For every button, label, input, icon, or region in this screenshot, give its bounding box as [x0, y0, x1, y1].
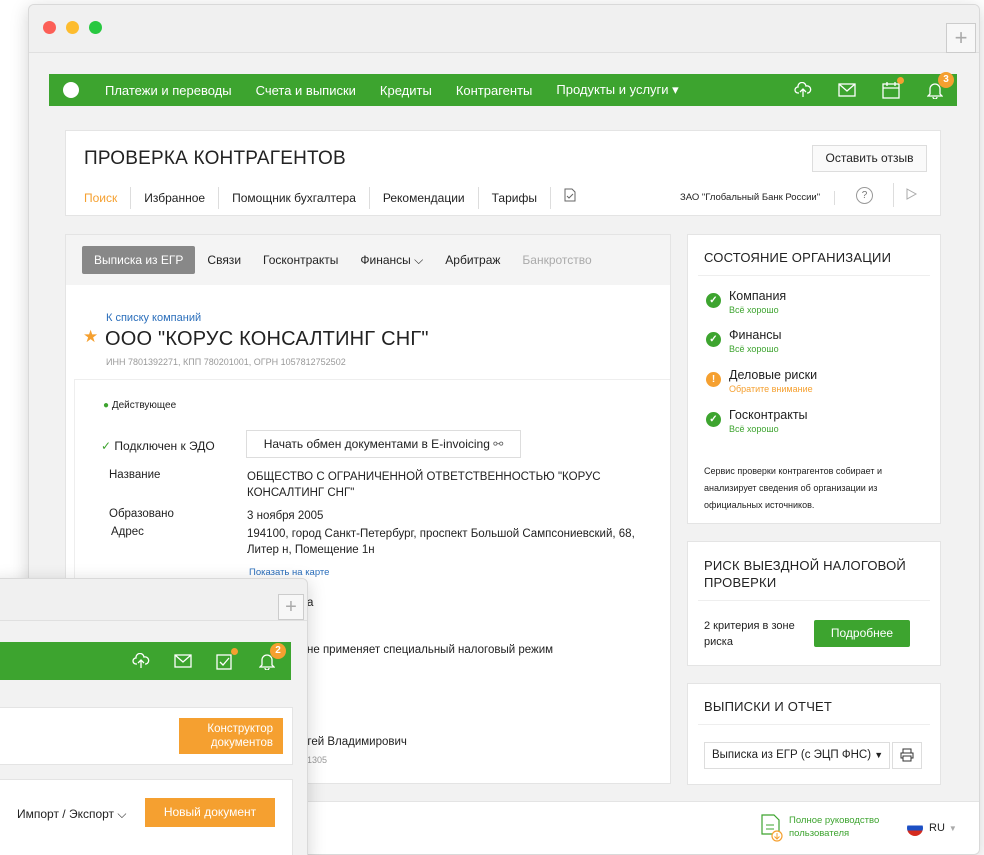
- new-tab-button[interactable]: +: [946, 23, 976, 53]
- org-state-title: СОСТОЯНИЕ ОРГАНИЗАЦИИ: [704, 250, 892, 265]
- maximize-window-button[interactable]: [89, 21, 102, 34]
- company-name: ООО "КОРУС КОНСАЛТИНГ СНГ": [105, 328, 429, 350]
- org-state-card: СОСТОЯНИЕ ОРГАНИЗАЦИИ ✓ Компания Всё хоро…: [687, 234, 941, 524]
- director-inn-value: 1305: [307, 755, 328, 765]
- cloud-upload-icon[interactable]: [131, 651, 151, 671]
- subtab-finance[interactable]: Финансы ⌵: [360, 253, 423, 268]
- notifications-bell-icon[interactable]: 3: [925, 72, 954, 100]
- notifications-bell-icon[interactable]: 2: [257, 643, 286, 671]
- subtab-arbitration[interactable]: Арбитраж: [445, 253, 500, 267]
- notifications-count-badge: 3: [938, 72, 954, 88]
- tab-tariffs[interactable]: Тарифы: [479, 187, 551, 209]
- page-header: ПРОВЕРКА КОНТРАГЕНТОВ Оставить отзыв Пои…: [65, 130, 941, 216]
- bank-logo-icon[interactable]: [63, 82, 79, 98]
- window2-titlebar: +: [0, 579, 307, 621]
- more-details-button[interactable]: Подробнее: [814, 620, 910, 647]
- nav-credits[interactable]: Кредиты: [380, 83, 432, 98]
- page-title: ПРОВЕРКА КОНТРАГЕНТОВ: [84, 148, 346, 169]
- window-titlebar: +: [29, 5, 979, 53]
- checkmark-icon: ✓: [101, 439, 112, 453]
- company-selector[interactable]: ЗАО "Глобальный Банк России": [680, 191, 836, 205]
- import-export-dropdown[interactable]: Импорт / Экспорт ⌵: [17, 807, 127, 822]
- tab-accountant-helper[interactable]: Помощник бухгалтера: [219, 187, 370, 209]
- edo-status: ✓ Подключен к ЭДО: [101, 439, 215, 453]
- chevron-down-icon: ⌵: [414, 252, 424, 267]
- top-navigation-2: 2: [0, 642, 291, 680]
- subtab-links[interactable]: Связи: [207, 253, 241, 267]
- link-icon: ⚯: [493, 437, 504, 451]
- minimize-window-button[interactable]: [66, 21, 79, 34]
- user-guide-icon[interactable]: [761, 814, 783, 847]
- ok-check-icon: ✓: [706, 293, 721, 308]
- ok-check-icon: ✓: [706, 412, 721, 427]
- calendar-icon[interactable]: [881, 77, 904, 100]
- language-selector[interactable]: RU ▼: [907, 820, 957, 836]
- help-icon[interactable]: ?: [856, 187, 873, 204]
- name-label: Название: [109, 469, 161, 481]
- reports-title: ВЫПИСКИ И ОТЧЕТ: [704, 699, 833, 714]
- subtab-egr-extract[interactable]: Выписка из ЕГР: [82, 246, 196, 274]
- russian-flag-icon: [907, 820, 923, 836]
- tab-recommendations[interactable]: Рекомендации: [370, 187, 479, 209]
- mail-icon[interactable]: [837, 80, 857, 100]
- nav-accounts[interactable]: Счета и выписки: [256, 83, 356, 98]
- subtab-bankruptcy[interactable]: Банкротство: [522, 253, 591, 267]
- state-business-risks[interactable]: ! Деловые риски Обратите внимание: [706, 368, 817, 394]
- documents-panel: Импорт / Экспорт ⌵ Новый документ: [0, 779, 293, 855]
- mail-icon[interactable]: [173, 651, 193, 671]
- state-finance[interactable]: ✓ Финансы Всё хорошо: [706, 328, 781, 354]
- user-guide-link[interactable]: Полное руководство пользователя: [789, 814, 899, 840]
- partial-field-value: а: [307, 597, 314, 609]
- chevron-down-icon: ⌵: [117, 807, 127, 821]
- reports-card: ВЫПИСКИ И ОТЧЕТ Выписка из ЕГР (с ЭЦП ФН…: [687, 683, 941, 785]
- name-value: ОБЩЕСТВО С ОГРАНИЧЕННОЙ ОТВЕТСТВЕННОСТЬЮ…: [247, 471, 601, 499]
- close-window-button[interactable]: [43, 21, 56, 34]
- show-on-map-link[interactable]: Показать на карте: [249, 567, 329, 578]
- video-play-icon[interactable]: [893, 183, 918, 207]
- document-constructor-button[interactable]: Конструктор документов: [179, 718, 283, 754]
- status-active: ● Действующее: [103, 400, 177, 411]
- cloud-upload-icon[interactable]: [793, 80, 813, 100]
- constructor-panel: Конструктор документов: [0, 707, 293, 765]
- founded-value: 3 ноября 2005: [247, 510, 324, 522]
- tax-risk-card: РИСК ВЫЕЗДНОЙ НАЛОГОВОЙ ПРОВЕРКИ 2 крите…: [687, 541, 941, 666]
- address-label: Адрес: [111, 526, 144, 538]
- address-value: 194100, город Санкт-Петербург, проспект …: [247, 528, 635, 556]
- founded-label: Образовано: [109, 508, 174, 520]
- browser-window-secondary: + 2 Конструктор документов Импорт / Эксп…: [0, 578, 308, 855]
- warning-icon: !: [706, 372, 721, 387]
- nav-products[interactable]: Продукты и услуги ▾: [556, 82, 678, 98]
- leave-feedback-button[interactable]: Оставить отзыв: [812, 145, 927, 172]
- nav-counterparties[interactable]: Контрагенты: [456, 83, 533, 98]
- new-document-button[interactable]: Новый документ: [145, 798, 275, 827]
- status-dot-icon: ●: [103, 400, 110, 411]
- back-to-list-link[interactable]: К списку компаний: [106, 312, 201, 324]
- tab-search[interactable]: Поиск: [84, 187, 132, 209]
- report-type-select[interactable]: Выписка из ЕГР (с ЭЦП ФНС) ▼: [704, 742, 890, 769]
- notifications-count-badge-2: 2: [270, 643, 286, 659]
- tax-risk-title: РИСК ВЫЕЗДНОЙ НАЛОГОВОЙ ПРОВЕРКИ: [704, 558, 906, 590]
- print-icon[interactable]: [892, 742, 922, 769]
- dropdown-arrow-icon: ▼: [874, 750, 884, 760]
- org-state-note: Сервис проверки контрагентов собирает и …: [704, 466, 883, 510]
- company-ids: ИНН 7801392271, КПП 780201001, ОГРН 1057…: [106, 357, 346, 367]
- company-subtabs: Выписка из ЕГР Связи Госконтракты Финанс…: [66, 235, 670, 285]
- new-tab-button-2[interactable]: +: [278, 594, 304, 620]
- state-contracts[interactable]: ✓ Госконтракты Всё хорошо: [706, 408, 808, 434]
- state-company[interactable]: ✓ Компания Всё хорошо: [706, 289, 786, 315]
- tax-risk-text: 2 критерия в зоне риска: [704, 620, 795, 648]
- ok-check-icon: ✓: [706, 332, 721, 347]
- tax-regime-value: не применяет специальный налоговый режим: [307, 644, 554, 656]
- start-einvoicing-button[interactable]: Начать обмен документами в E-invoicing ⚯: [246, 430, 521, 458]
- subtab-contracts[interactable]: Госконтракты: [263, 253, 338, 267]
- director-name-value: ргей Владимирович: [301, 736, 407, 748]
- tasks-check-icon[interactable]: [215, 648, 238, 671]
- document-check-icon[interactable]: [551, 187, 589, 209]
- nav-payments[interactable]: Платежи и переводы: [105, 83, 232, 98]
- tab-favorites[interactable]: Избранное: [131, 187, 220, 209]
- favorite-star-icon[interactable]: ★: [83, 327, 98, 347]
- top-navigation: Платежи и переводы Счета и выписки Креди…: [49, 72, 957, 106]
- header-tabs: Поиск Избранное Помощник бухгалтера Реко…: [84, 187, 589, 209]
